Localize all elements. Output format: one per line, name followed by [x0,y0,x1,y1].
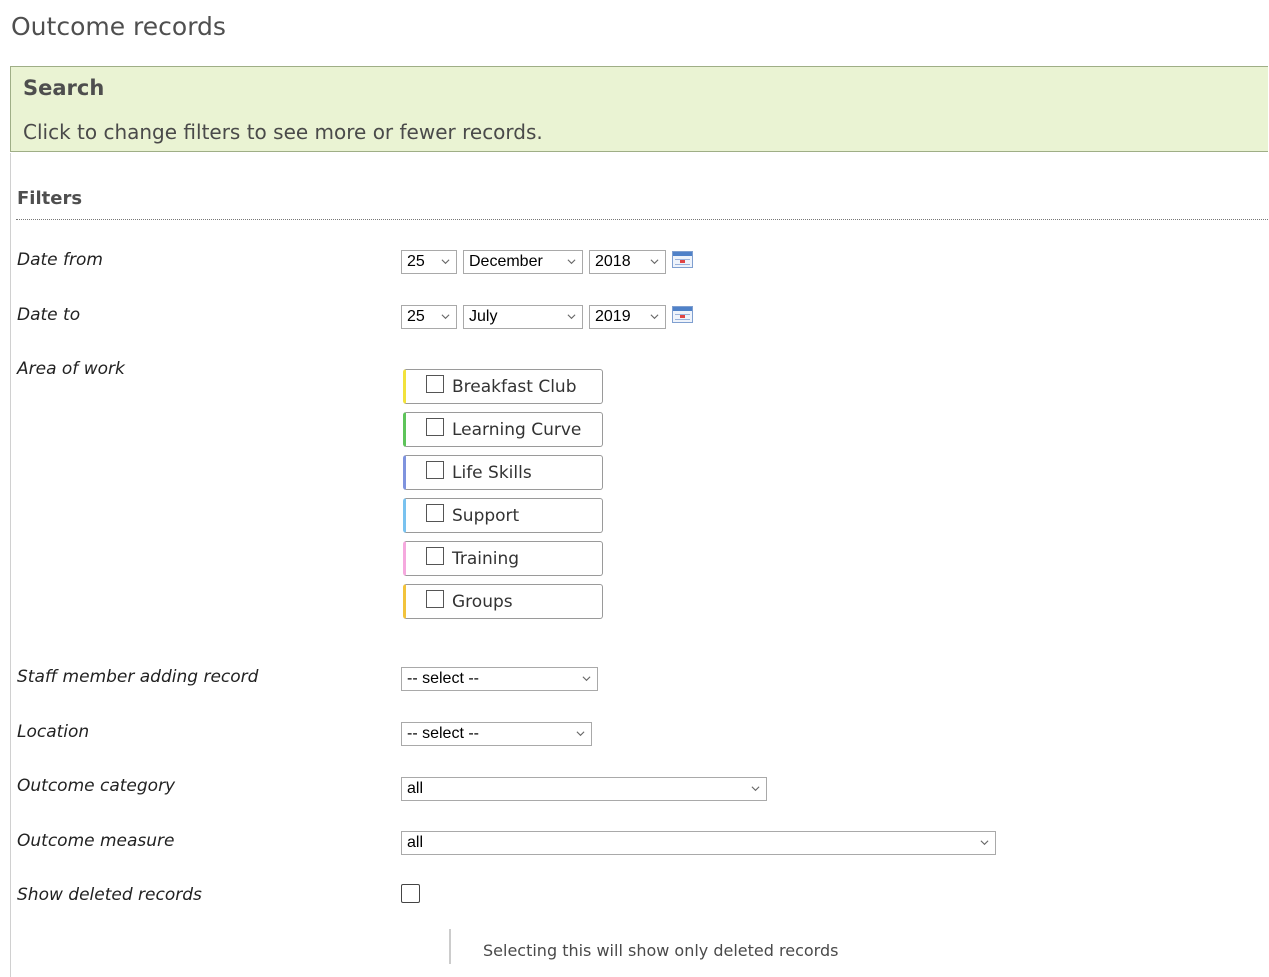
filters-divider [16,219,1268,220]
outcome-category-select[interactable]: all [401,777,767,801]
search-panel[interactable]: Search Click to change filters to see mo… [10,66,1268,152]
area-of-work-item-label: Training [452,549,520,569]
location-value: -- select -- [407,725,479,742]
outcome-measure-label: Outcome measure [17,831,175,851]
checkbox-icon[interactable] [426,590,444,608]
calendar-icon[interactable] [672,306,693,323]
outcome-category-label: Outcome category [17,776,176,796]
calendar-icon[interactable] [672,251,693,268]
chevron-down-icon [441,259,450,265]
search-title: Search [23,76,105,100]
chevron-down-icon [576,731,585,737]
chevron-down-icon [650,259,659,265]
date-from-year-value: 2018 [595,253,631,270]
show-deleted-checkbox[interactable] [401,884,420,903]
area-of-work-breakfast-club[interactable]: Breakfast Club [403,369,603,404]
help-divider [449,929,451,964]
date-to-year-value: 2019 [595,308,631,325]
area-of-work-learning-curve[interactable]: Learning Curve [403,412,603,447]
date-to-label: Date to [17,305,81,325]
date-from-year-select[interactable]: 2018 [589,250,666,274]
chevron-down-icon [567,259,576,265]
staff-member-label: Staff member adding record [17,667,259,687]
outcome-category-value: all [407,780,424,797]
area-of-work-label: Area of work [17,359,125,379]
show-deleted-label: Show deleted records [17,885,202,905]
staff-member-select[interactable]: -- select -- [401,667,598,691]
date-from-label: Date from [17,250,103,270]
area-of-work-life-skills[interactable]: Life Skills [403,455,603,490]
staff-member-value: -- select -- [407,670,479,687]
area-of-work-item-label: Learning Curve [452,420,582,440]
date-to-month-value: July [469,308,498,325]
chevron-down-icon [751,786,760,792]
date-to-month-select[interactable]: July [463,305,583,329]
checkbox-icon[interactable] [426,375,444,393]
chevron-down-icon [582,676,591,682]
chevron-down-icon [441,314,450,320]
chevron-down-icon [567,314,576,320]
date-from-day-value: 25 [407,253,425,270]
search-description: Click to change filters to see more or f… [23,120,543,144]
date-from-month-value: December [469,253,543,270]
date-to-day-value: 25 [407,308,425,325]
outcome-measure-select[interactable]: all [401,831,996,855]
checkbox-icon[interactable] [426,461,444,479]
date-from-month-select[interactable]: December [463,250,583,274]
checkbox-icon[interactable] [426,547,444,565]
outcome-measure-value: all [407,834,424,851]
area-of-work-groups[interactable]: Groups [403,584,603,619]
area-of-work-item-label: Life Skills [452,463,532,483]
chevron-down-icon [980,840,989,846]
page-title: Outcome records [11,12,226,41]
area-of-work-support[interactable]: Support [403,498,603,533]
show-deleted-help: Selecting this will show only deleted re… [483,941,839,960]
area-of-work-training[interactable]: Training [403,541,603,576]
area-of-work-item-label: Groups [452,592,513,612]
date-from-day-select[interactable]: 25 [401,250,457,274]
area-of-work-item-label: Breakfast Club [452,377,577,397]
location-label: Location [17,722,90,742]
date-to-year-select[interactable]: 2019 [589,305,666,329]
filters-heading: Filters [17,188,83,209]
date-to-day-select[interactable]: 25 [401,305,457,329]
location-select[interactable]: -- select -- [401,722,592,746]
checkbox-icon[interactable] [426,504,444,522]
checkbox-icon[interactable] [426,418,444,436]
chevron-down-icon [650,314,659,320]
area-of-work-item-label: Support [452,506,520,526]
